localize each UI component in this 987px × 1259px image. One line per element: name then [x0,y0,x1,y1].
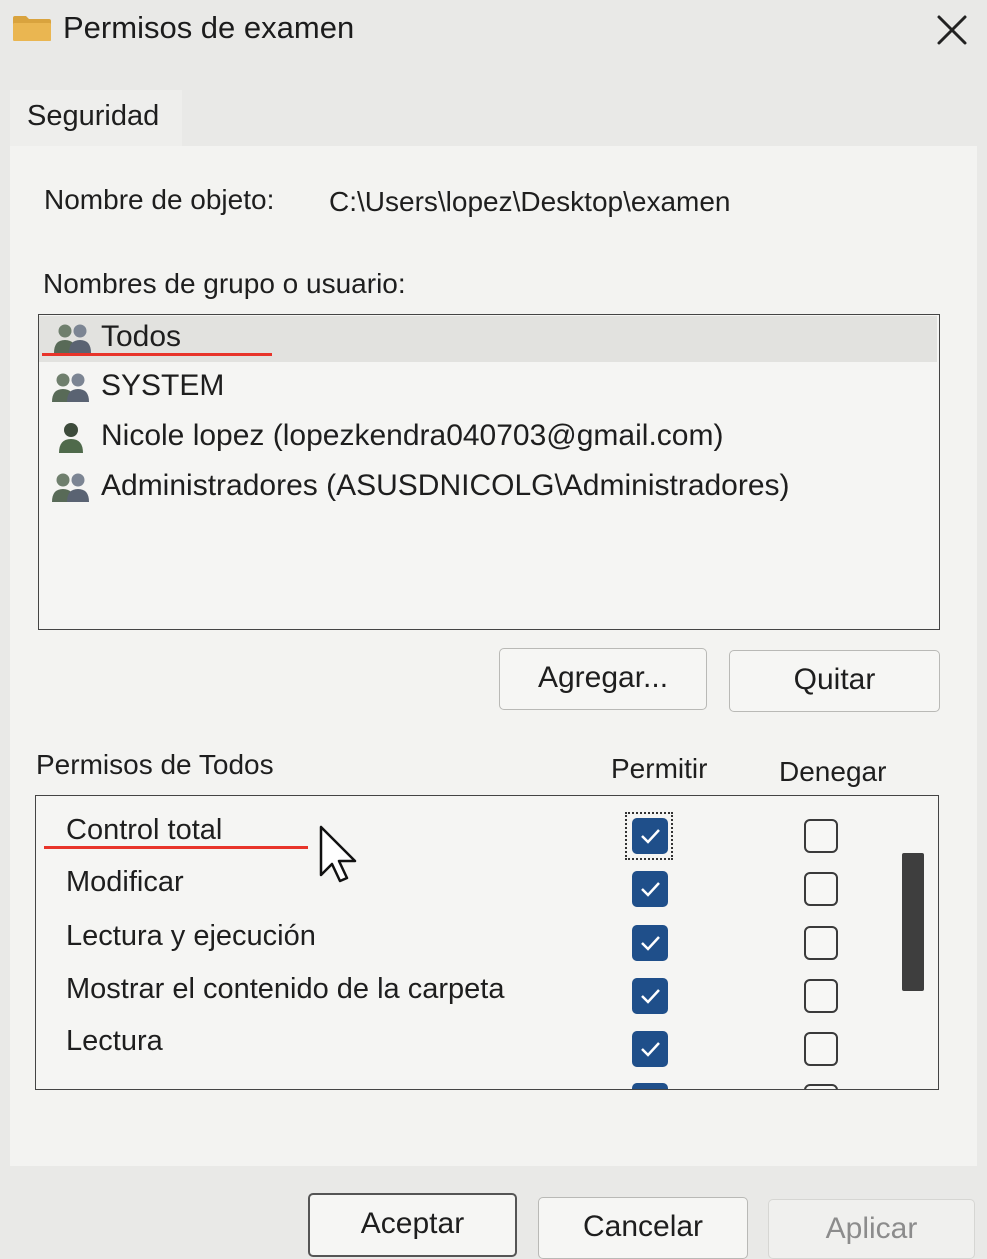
user-item-administradores[interactable]: Administradores (ASUSDNICOLG\Administrad… [51,465,931,511]
deny-checkbox-modificar[interactable] [804,872,838,906]
perm-label: Modificar [66,866,184,898]
user-label: Administradores (ASUSDNICOLG\Administrad… [101,469,790,502]
perm-label: Lectura [66,1025,163,1057]
mouse-cursor-icon [319,825,357,883]
window-title: Permisos de examen [63,10,355,45]
user-label: SYSTEM [101,369,225,402]
close-icon[interactable] [930,8,974,52]
users-listbox[interactable]: Todos SYSTEM Nicole lopez (lopezkendra04… [38,314,940,630]
title-bar: Permisos de examen [0,0,987,60]
annotation-underline [42,353,272,356]
ok-button[interactable]: Aceptar [308,1193,517,1257]
cancel-button[interactable]: Cancelar [538,1197,748,1259]
user-label: Nicole lopez (lopezkendra040703@gmail.co… [101,419,724,452]
deny-checkbox-control-total[interactable] [804,819,838,853]
allow-checkbox-modificar[interactable] [632,871,668,907]
perm-label: Control total [66,814,223,846]
allow-checkbox-mostrar-contenido[interactable] [632,978,668,1014]
perm-label: Lectura y ejecución [66,920,316,952]
deny-checkbox-mostrar-contenido[interactable] [804,979,838,1013]
deny-column-header: Denegar [779,756,887,787]
tab-seguridad[interactable]: Seguridad [10,90,182,146]
annotation-underline [44,846,308,849]
check-icon [641,1042,660,1057]
group-icon [52,373,89,402]
allow-column-header: Permitir [611,753,708,784]
deny-checkbox-partial[interactable] [804,1084,838,1089]
users-list-label: Nombres de grupo o usuario: [43,268,406,299]
apply-button[interactable]: Aplicar [768,1199,975,1259]
check-icon [641,989,660,1004]
object-name-label: Nombre de objeto: [44,184,275,215]
deny-checkbox-lectura[interactable] [804,1032,838,1066]
user-item-nicole[interactable]: Nicole lopez (lopezkendra040703@gmail.co… [51,415,931,461]
deny-checkbox-lectura-ejecucion[interactable] [804,926,838,960]
group-icon [54,324,91,353]
allow-checkbox-partial[interactable] [632,1083,668,1089]
user-icon [59,423,83,453]
perm-label: Mostrar el contenido de la carpeta [66,973,505,1005]
user-item-system[interactable]: SYSTEM [51,365,931,411]
add-button[interactable]: Agregar... [499,648,707,710]
object-name-value: C:\Users\lopez\Desktop\examen [329,186,731,217]
perm-row-lectura-ejecucion: Lectura y ejecución [36,916,896,966]
permissions-list[interactable]: Control total Modificar Lectura y ejecuc… [35,795,939,1090]
check-icon [641,936,660,951]
folder-icon [13,16,51,41]
user-label: Todos [101,320,182,353]
allow-checkbox-lectura-ejecucion[interactable] [632,925,668,961]
perm-row-control-total: Control total [36,810,896,860]
check-icon [641,882,660,897]
perm-row-lectura: Lectura [36,1021,896,1071]
group-icon [52,473,89,502]
check-icon [641,829,660,844]
perm-row-modificar: Modificar [36,862,896,912]
allow-checkbox-lectura[interactable] [632,1031,668,1067]
remove-button[interactable]: Quitar [729,650,940,712]
perm-row-mostrar-contenido: Mostrar el contenido de la carpeta [36,969,896,1019]
scrollbar-thumb[interactable] [902,853,924,991]
permissions-label: Permisos de Todos [36,749,274,780]
allow-checkbox-control-total[interactable] [632,818,668,854]
